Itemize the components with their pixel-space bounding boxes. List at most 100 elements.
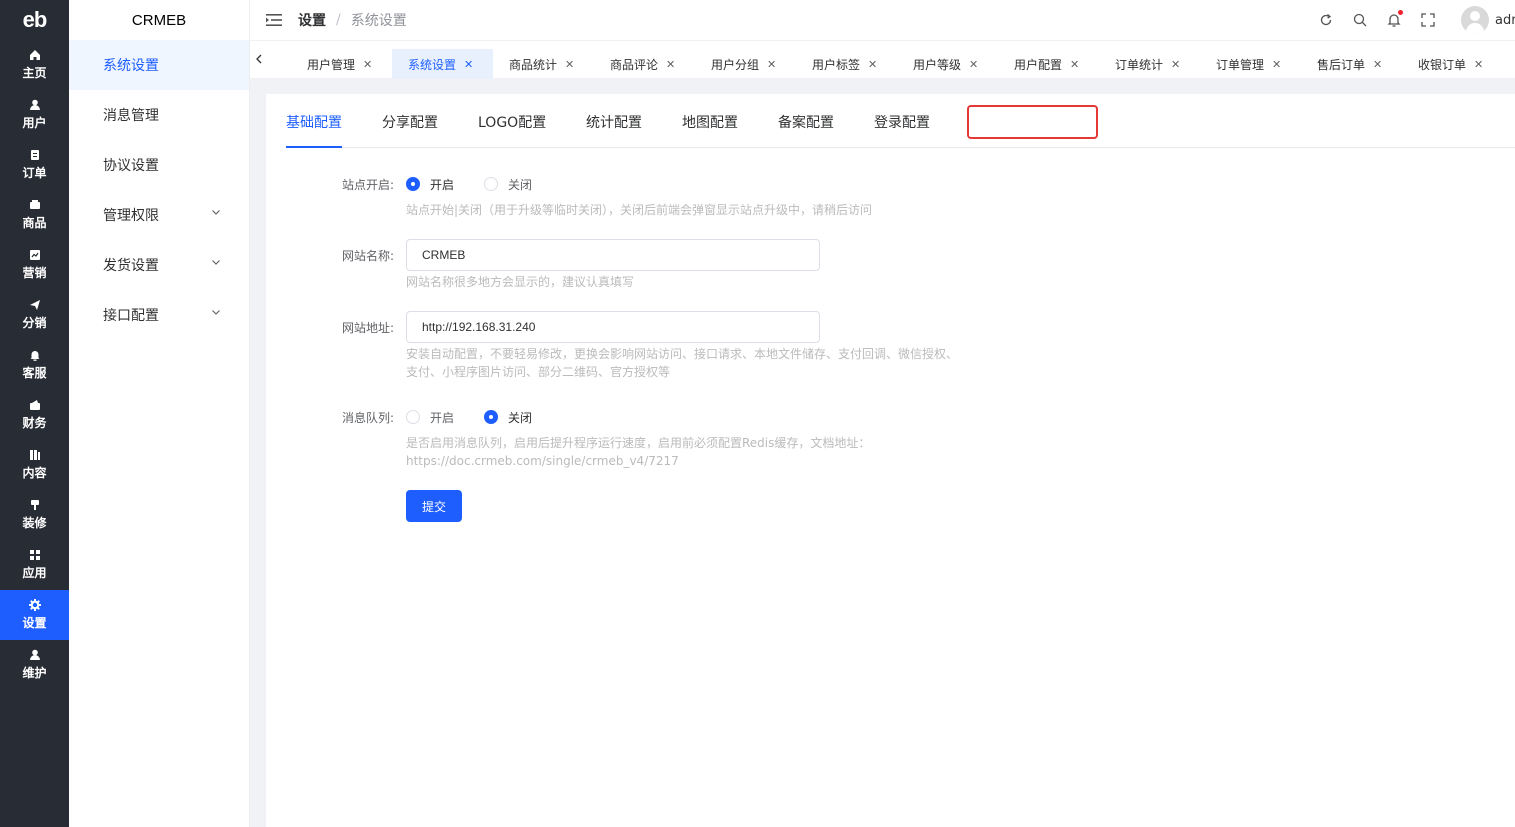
rail-item-11[interactable]: 设置	[0, 590, 69, 640]
rail-item-6[interactable]: 客服	[0, 340, 69, 390]
menu-toggle-icon[interactable]	[266, 13, 282, 27]
notification-button[interactable]	[1387, 10, 1403, 27]
page-tab-1[interactable]: 系统设置 ✕	[392, 49, 493, 79]
site-open-radio-on[interactable]	[406, 177, 420, 191]
site-open-radio-off[interactable]	[484, 177, 498, 191]
settings-submenu: CRMEB 系统设置 消息管理 协议设置 管理权限 发货设置 接口配置	[69, 0, 250, 827]
site-url-input[interactable]: http://192.168.31.240	[406, 311, 820, 343]
site-name-tip: 网站名称很多地方会显示的，建议认真填写	[406, 275, 635, 289]
close-icon[interactable]: ✕	[1272, 58, 1281, 71]
submenu-item-4[interactable]: 发货设置	[69, 240, 249, 290]
tabs-scroll-left-icon[interactable]	[254, 54, 264, 64]
main-nav-rail: eb 主页用户订单商品 营销 分销 客服 财务 内容装修应用设置 维护	[0, 0, 69, 827]
close-icon[interactable]: ✕	[363, 58, 372, 71]
rail-item-10[interactable]: 应用	[0, 540, 69, 590]
page-tab-label: 商品评论	[610, 57, 659, 72]
site-open-on-label[interactable]: 开启	[430, 176, 454, 193]
site-open-tip: 站点开始|关闭（用于升级等临时关闭），关闭后前端会弹窗显示站点升级中，请稍后访问	[406, 203, 873, 217]
rail-item-label: 装修	[22, 516, 47, 530]
close-icon[interactable]: ✕	[868, 58, 877, 71]
close-icon[interactable]: ✕	[565, 58, 574, 71]
rail-item-7[interactable]: 财务	[0, 390, 69, 440]
refresh-icon[interactable]	[1319, 13, 1333, 27]
submenu-item-label: 消息管理	[103, 108, 159, 124]
submenu-item-2[interactable]: 协议设置	[69, 140, 249, 190]
queue-on-label[interactable]: 开启	[430, 409, 454, 426]
rail-item-label: 应用	[22, 566, 47, 580]
rail-item-label: 主页	[22, 66, 47, 80]
rail-item-9[interactable]: 装修	[0, 490, 69, 540]
config-tab-1[interactable]: 分享配置	[382, 112, 438, 148]
rail-item-5[interactable]: 分销	[0, 290, 69, 340]
rail-item-12[interactable]: 维护	[0, 640, 69, 690]
queue-radio-off[interactable]	[484, 410, 498, 424]
breadcrumb-current: 系统设置	[350, 13, 407, 29]
highlight-box	[967, 105, 1098, 139]
submenu-item-label: 接口配置	[103, 308, 159, 324]
queue-off-label[interactable]: 关闭	[508, 409, 532, 426]
settings-card: 基础配置 分享配置 LOGO配置 统计配置 地图配置 备案配置 登录配置 站点开启: 开启 …	[266, 94, 1515, 827]
submenu-item-0[interactable]: 系统设置	[69, 40, 249, 90]
share-icon	[29, 300, 40, 310]
config-tab-2[interactable]: LOGO配置	[478, 112, 546, 148]
submenu-item-label: 系统设置	[103, 58, 159, 74]
page-tab-3[interactable]: 商品评论 ✕	[594, 49, 695, 79]
page-tab-6[interactable]: 用户等级 ✕	[897, 49, 998, 79]
order-icon	[30, 150, 39, 160]
close-icon[interactable]: ✕	[666, 58, 675, 71]
submenu-item-label: 管理权限	[103, 208, 159, 224]
page-tab-label: 用户等级	[913, 57, 962, 72]
brush-icon	[30, 500, 39, 510]
rail-item-3[interactable]: 商品	[0, 190, 69, 240]
page-tab-label: 用户标签	[812, 57, 861, 72]
config-tab-4[interactable]: 地图配置	[682, 112, 738, 148]
config-tab-5[interactable]: 备案配置	[778, 112, 834, 148]
submenu-item-3[interactable]: 管理权限	[69, 190, 249, 240]
queue-radio-on[interactable]	[406, 410, 420, 424]
page-tab-11[interactable]: 收银订单 ✕	[1402, 49, 1503, 79]
close-icon[interactable]: ✕	[1474, 58, 1483, 71]
page-tab-5[interactable]: 用户标签 ✕	[796, 49, 897, 79]
page-tab-9[interactable]: 订单管理 ✕	[1200, 49, 1301, 79]
close-icon[interactable]: ✕	[969, 58, 978, 71]
page-tab-7[interactable]: 用户配置 ✕	[998, 49, 1099, 79]
content-icon	[29, 450, 40, 460]
submenu-item-label: 发货设置	[103, 258, 159, 274]
search-icon[interactable]	[1353, 13, 1367, 27]
page-tab-2[interactable]: 商品统计 ✕	[493, 49, 594, 79]
home-icon	[29, 50, 40, 60]
page-tab-10[interactable]: 售后订单 ✕	[1301, 49, 1402, 79]
close-icon[interactable]: ✕	[464, 58, 473, 71]
page-tab-4[interactable]: 用户分组 ✕	[695, 49, 796, 79]
fullscreen-icon[interactable]	[1421, 13, 1435, 27]
config-tab-6[interactable]: 登录配置	[874, 112, 930, 148]
config-tab-0[interactable]: 基础配置	[286, 112, 342, 148]
breadcrumb-root[interactable]: 设置	[298, 10, 326, 30]
avatar[interactable]	[1461, 6, 1489, 34]
submit-button[interactable]: 提交	[406, 490, 462, 522]
submenu-item-1[interactable]: 消息管理	[69, 90, 249, 140]
username[interactable]: admin	[1495, 13, 1515, 28]
app-logo[interactable]: eb	[0, 0, 69, 40]
config-tab-3[interactable]: 统计配置	[586, 112, 642, 148]
page-tab-8[interactable]: 订单统计 ✕	[1099, 49, 1200, 79]
breadcrumb-separator: /	[336, 12, 341, 28]
page-tab-label: 用户配置	[1014, 57, 1063, 72]
rail-item-4[interactable]: 营销	[0, 240, 69, 290]
close-icon[interactable]: ✕	[1171, 58, 1180, 71]
page-tab-label: 商品统计	[509, 57, 558, 72]
close-icon[interactable]: ✕	[767, 58, 776, 71]
rail-item-0[interactable]: 主页	[0, 40, 69, 90]
rail-item-8[interactable]: 内容	[0, 440, 69, 490]
page-tab-label: 用户管理	[307, 57, 356, 72]
site-name-input[interactable]: CRMEB	[406, 239, 820, 271]
submenu-item-5[interactable]: 接口配置	[69, 290, 249, 340]
site-open-off-label[interactable]: 关闭	[508, 176, 532, 193]
rail-item-2[interactable]: 订单	[0, 140, 69, 190]
rail-item-1[interactable]: 用户	[0, 90, 69, 140]
close-icon[interactable]: ✕	[1373, 58, 1382, 71]
page-tab-0[interactable]: 用户管理 ✕	[291, 49, 392, 79]
queue-tip-line2: https://doc.crmeb.com/single/crmeb_v4/72…	[406, 454, 679, 468]
rail-item-label: 订单	[22, 166, 47, 180]
close-icon[interactable]: ✕	[1070, 58, 1079, 71]
